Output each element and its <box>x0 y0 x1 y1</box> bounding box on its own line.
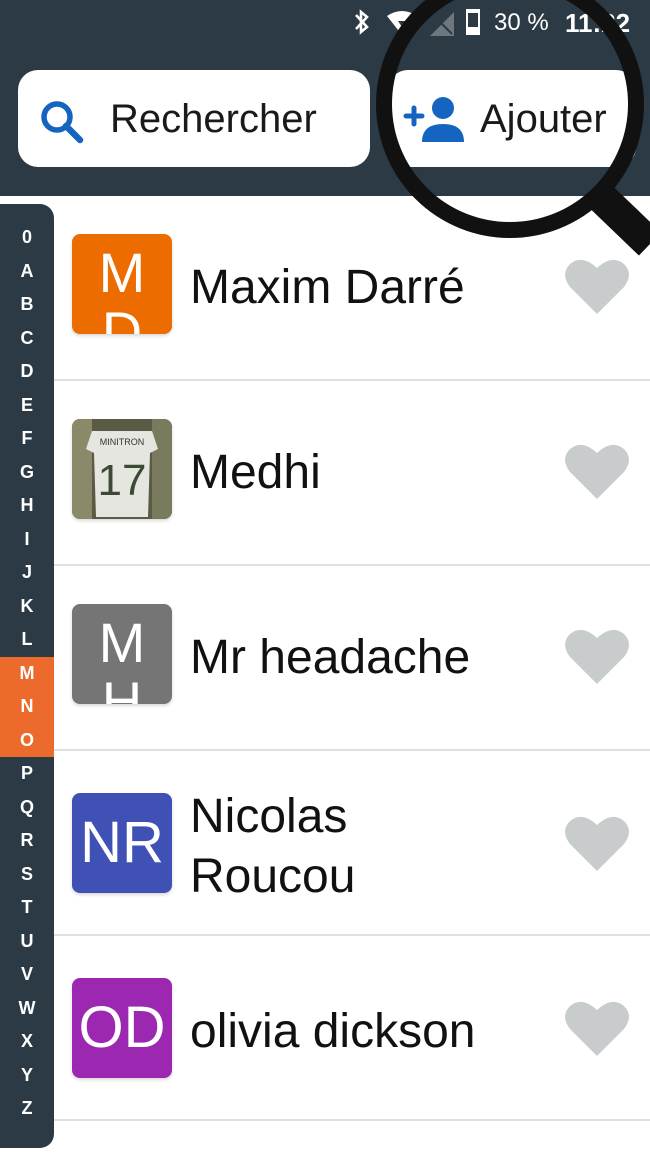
heart-icon[interactable] <box>564 256 630 316</box>
index-letter-e[interactable]: E <box>0 389 54 423</box>
index-letter-h[interactable]: H <box>0 489 54 523</box>
avatar-initials-line2: H <box>101 670 143 705</box>
avatar-initials: M <box>98 241 146 304</box>
contact-name-line2: Roucou <box>190 850 356 903</box>
signal-icon <box>430 12 454 42</box>
header: Rechercher Ajouter <box>0 46 650 196</box>
index-letter-u[interactable]: U <box>0 925 54 959</box>
avatar: OD <box>72 978 172 1078</box>
photo-jersey-text: MINITRON <box>100 437 145 447</box>
add-contact-button[interactable]: Ajouter <box>388 70 636 167</box>
heart-icon[interactable] <box>564 626 630 686</box>
index-letter-o[interactable]: O <box>0 723 54 757</box>
avatar-initials-line2: D <box>101 300 143 335</box>
index-letter-n[interactable]: N <box>0 690 54 724</box>
index-letter-m[interactable]: M <box>0 656 54 690</box>
index-letter-b[interactable]: B <box>0 288 54 322</box>
index-letter-w[interactable]: W <box>0 992 54 1026</box>
clock: 11:22 <box>565 8 631 38</box>
photo-jersey-number: 17 <box>98 456 147 505</box>
avatar: NR <box>72 793 172 893</box>
contact-row[interactable]: M D Maxim Darré <box>54 196 650 381</box>
search-icon <box>41 101 84 144</box>
index-letter-t[interactable]: T <box>0 891 54 925</box>
bluetooth-icon <box>352 8 372 42</box>
add-label: Ajouter <box>480 97 607 141</box>
index-letter-g[interactable]: G <box>0 456 54 490</box>
index-letter-x[interactable]: X <box>0 1025 54 1059</box>
avatar: M H <box>72 604 172 704</box>
heart-icon[interactable] <box>564 441 630 501</box>
contact-row[interactable]: NR Nicolas Roucou <box>54 751 650 936</box>
contact-row[interactable]: MINITRON 17 Medhi <box>54 381 650 566</box>
index-letter-j[interactable]: J <box>0 556 54 590</box>
avatar-initials: M <box>98 611 146 674</box>
avatar: M D <box>72 234 172 334</box>
wifi-icon <box>386 10 418 42</box>
index-letter-d[interactable]: D <box>0 355 54 389</box>
index-letter-v[interactable]: V <box>0 958 54 992</box>
battery-percent: 30 % <box>494 9 549 36</box>
index-letter-l[interactable]: L <box>0 623 54 657</box>
search-button[interactable]: Rechercher <box>18 70 370 167</box>
contact-name: Maxim Darré <box>190 261 465 314</box>
index-letter-z[interactable]: Z <box>0 1092 54 1126</box>
heart-icon[interactable] <box>564 813 630 873</box>
contact-list[interactable]: M D Maxim Darré MINITRON 17 Medhi M H Mr… <box>0 196 650 1156</box>
index-letter-c[interactable]: C <box>0 322 54 356</box>
contact-row[interactable]: OD olivia dickson <box>54 936 650 1121</box>
index-letter-k[interactable]: K <box>0 590 54 624</box>
alphabet-index[interactable]: 0ABCDEFGHIJKLMNOPQRSTUVWXYZ <box>0 204 54 1148</box>
contact-name: olivia dickson <box>190 1005 476 1058</box>
search-label: Rechercher <box>110 97 317 141</box>
contact-name: Medhi <box>190 446 321 499</box>
contact-row[interactable]: M H Mr headache <box>54 566 650 751</box>
index-letter-y[interactable]: Y <box>0 1059 54 1093</box>
avatar-photo: MINITRON 17 <box>72 419 172 519</box>
index-letter-q[interactable]: Q <box>0 791 54 825</box>
heart-icon[interactable] <box>564 998 630 1058</box>
battery-level <box>468 27 478 33</box>
add-person-icon <box>403 97 464 142</box>
battery-icon <box>466 9 480 35</box>
status-bar: 30 % 11:22 <box>0 0 650 46</box>
index-letter-s[interactable]: S <box>0 858 54 892</box>
index-letter-r[interactable]: R <box>0 824 54 858</box>
contact-name: Mr headache <box>190 631 471 684</box>
index-letter-a[interactable]: A <box>0 255 54 289</box>
index-letter-f[interactable]: F <box>0 422 54 456</box>
avatar-initials: NR <box>80 810 164 875</box>
avatar-initials: OD <box>78 995 166 1060</box>
index-letter-0[interactable]: 0 <box>0 221 54 255</box>
contact-name-line1: Nicolas <box>190 790 348 843</box>
index-letter-p[interactable]: P <box>0 757 54 791</box>
index-letter-i[interactable]: I <box>0 523 54 557</box>
